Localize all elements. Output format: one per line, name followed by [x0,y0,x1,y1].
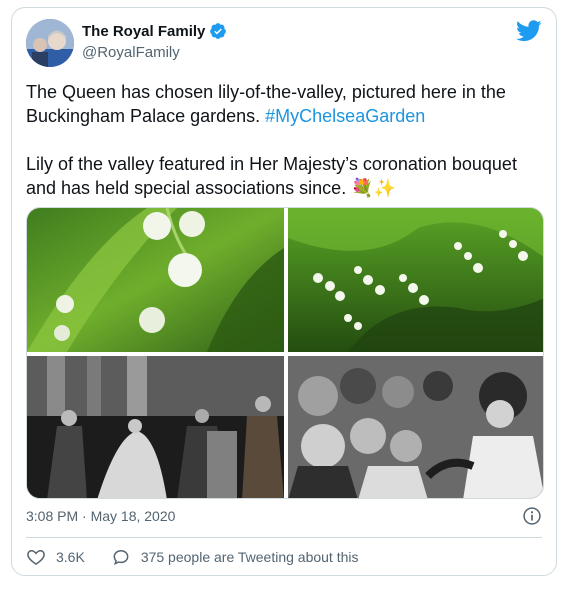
divider [26,537,542,538]
action-bar: 3.6K 375 people are Tweeting about this [26,547,359,567]
tweet-line2: Lily of the valley featured in Her Majes… [26,154,517,198]
photo-coronation-bw[interactable] [27,356,284,498]
hashtag-link[interactable]: #MyChelseaGarden [265,106,425,126]
media-gallery [26,207,544,499]
chat-bubble-icon [113,549,129,566]
photo-lily-patch[interactable] [288,208,543,352]
photo-crowd-bw[interactable] [288,356,543,498]
info-icon[interactable] [522,506,542,526]
like-count: 3.6K [56,549,85,565]
avatar[interactable] [26,19,74,67]
twitter-bird-icon[interactable] [516,20,542,42]
conversation-button[interactable]: 375 people are Tweeting about this [111,547,359,567]
like-button[interactable]: 3.6K [26,547,85,567]
tweet-text: The Queen has chosen lily-of-the-valley,… [26,80,542,200]
heart-icon [27,549,45,565]
tweet-card: The Royal Family @RoyalFamily The Queen … [11,7,557,576]
account-handle[interactable]: @RoyalFamily [82,44,180,61]
photo-lily-closeup[interactable] [27,208,284,352]
tweet-timestamp[interactable]: 3:08 PM · May 18, 2020 [26,508,175,524]
account-name[interactable]: The Royal Family [82,23,205,40]
conversation-text: 375 people are Tweeting about this [140,549,359,565]
tweet-emoji: 💐✨ [351,178,397,198]
verified-badge-icon [210,23,227,39]
